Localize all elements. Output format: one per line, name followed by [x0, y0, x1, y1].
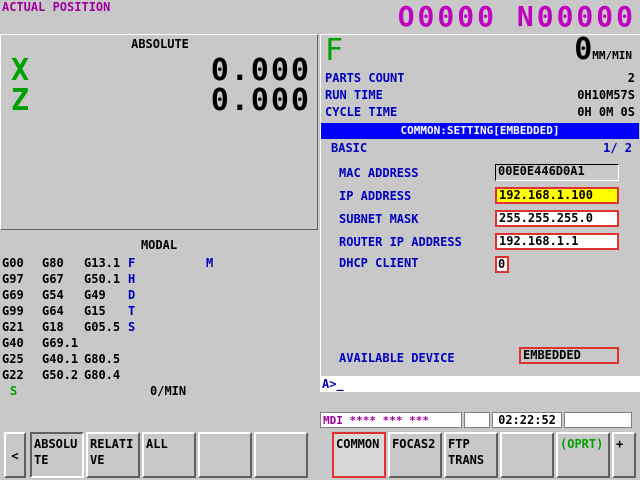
- modal-code: G00: [2, 256, 24, 270]
- run-time-row: RUN TIME 0H10M57S: [325, 88, 637, 104]
- softkey-left-arrow[interactable]: <: [4, 432, 26, 478]
- softkey-ftp-line1: FTP: [448, 437, 470, 451]
- softkey-relative-line2: VE: [90, 453, 105, 467]
- setting-panel: F 0MM/MIN PARTS COUNT 2 RUN TIME 0H10M57…: [320, 32, 640, 392]
- softkey-absolute-line2: TE: [34, 453, 49, 467]
- modal-code: G97: [2, 272, 24, 286]
- mac-address-label: MAC ADDRESS: [339, 166, 419, 180]
- clock: 02:22:52: [492, 412, 562, 428]
- spindle-value: 0/MIN: [150, 384, 187, 398]
- modal-code: S: [128, 320, 136, 334]
- screen-title: ACTUAL POSITION: [2, 0, 111, 14]
- softkey-relative[interactable]: RELATI VE: [86, 432, 140, 478]
- modal-panel: MODAL G00 G80 G13.1 F M G97 G67 G50.1 H G69 G54 G49…: [0, 234, 318, 400]
- parts-count-row: PARTS COUNT 2: [325, 71, 637, 87]
- router-ip-field[interactable]: 192.168.1.1: [495, 233, 619, 250]
- softkey-focas2-label: FOCAS2: [392, 437, 436, 451]
- modal-code: H: [128, 272, 136, 286]
- modal-code: M: [206, 256, 214, 270]
- cycle-time-value: 0H 0M 0S: [577, 105, 635, 119]
- modal-code: G80.5: [84, 352, 121, 366]
- modal-code: G80: [42, 256, 64, 270]
- modal-code: G69.1: [42, 336, 79, 350]
- softkey-common[interactable]: COMMON: [332, 432, 386, 478]
- modal-code: G05.5: [84, 320, 121, 334]
- softkey-all-label: ALL: [146, 437, 168, 451]
- status-blank-right: [564, 412, 632, 428]
- softkey-ftp-trans[interactable]: FTP TRANS: [444, 432, 498, 478]
- page-indicator: 1/ 2: [603, 141, 632, 155]
- modal-code: G54: [42, 288, 64, 302]
- absolute-position-panel: ABSOLUTE X 0.000 Z 0.000: [0, 34, 318, 230]
- modal-code: G40: [2, 336, 24, 350]
- parts-count-label: PARTS COUNT: [325, 71, 405, 85]
- modal-code: D: [128, 288, 136, 302]
- available-device-field[interactable]: EMBEDDED: [519, 347, 619, 364]
- modal-code: G80.4: [84, 368, 121, 382]
- modal-code: G50.2: [42, 368, 79, 382]
- run-time-label: RUN TIME: [325, 88, 383, 102]
- softkey-focas2[interactable]: FOCAS2: [388, 432, 442, 478]
- router-ip-label: ROUTER IP ADDRESS: [339, 235, 462, 249]
- basic-section-label: BASIC: [331, 141, 368, 155]
- modal-code: G13.1: [84, 256, 121, 270]
- ip-address-field[interactable]: 192.168.1.100: [495, 187, 619, 204]
- cycle-time-row: CYCLE TIME 0H 0M 0S: [325, 105, 637, 121]
- feed-value: 0: [574, 32, 593, 67]
- parts-count-value: 2: [627, 71, 635, 85]
- modal-code: G64: [42, 304, 64, 318]
- softkey-next[interactable]: +: [612, 432, 636, 478]
- subnet-mask-field[interactable]: 255.255.255.0: [495, 210, 619, 227]
- available-device-label: AVAILABLE DEVICE: [339, 351, 455, 365]
- feed-unit: MM/MIN: [592, 49, 632, 62]
- softkey-ftp-line2: TRANS: [448, 453, 485, 467]
- left-arrow-icon: <: [11, 449, 19, 463]
- axis-z-value: 0.000: [210, 83, 311, 118]
- dhcp-client-label: DHCP CLIENT: [339, 256, 419, 270]
- softkey-absolute-line1: ABSOLU: [34, 437, 78, 451]
- modal-code: G21: [2, 320, 24, 334]
- run-time-value: 0H10M57S: [577, 88, 635, 102]
- modal-code: G49: [84, 288, 106, 302]
- modal-code: G18: [42, 320, 64, 334]
- status-blank: [464, 412, 490, 428]
- modal-code: G69: [2, 288, 24, 302]
- common-setting-header: COMMON:SETTING[EMBEDDED]: [321, 123, 639, 139]
- dhcp-client-field[interactable]: 0: [495, 256, 509, 273]
- modal-header: MODAL: [140, 238, 178, 252]
- modal-code: T: [128, 304, 136, 318]
- mode-status: MDI **** *** ***: [320, 412, 462, 428]
- ip-address-label: IP ADDRESS: [339, 189, 412, 203]
- softkey-blank-1[interactable]: [198, 432, 252, 478]
- modal-code: G99: [2, 304, 24, 318]
- modal-code: G67: [42, 272, 64, 286]
- absolute-header: ABSOLUTE: [131, 37, 189, 51]
- cycle-time-label: CYCLE TIME: [325, 105, 398, 119]
- softkey-all[interactable]: ALL: [142, 432, 196, 478]
- softkey-relative-line1: RELATI: [90, 437, 134, 451]
- modal-code: G50.1: [84, 272, 121, 286]
- modal-code: G15: [84, 304, 106, 318]
- softkey-common-label: COMMON: [336, 437, 380, 451]
- softkey-absolute[interactable]: ABSOLU TE: [30, 432, 84, 478]
- modal-code: F: [128, 256, 136, 270]
- softkey-operation-label: (OPRT): [560, 437, 604, 451]
- program-number: O0000 N00000: [397, 0, 636, 33]
- modal-code: G40.1: [42, 352, 79, 366]
- softkey-blank-2[interactable]: [254, 432, 308, 478]
- softkey-blank-3[interactable]: [500, 432, 554, 478]
- subnet-mask-label: SUBNET MASK: [339, 212, 419, 226]
- plus-icon: +: [616, 437, 624, 451]
- softkey-operation[interactable]: (OPRT): [556, 432, 610, 478]
- modal-code: G22: [2, 368, 24, 382]
- modal-code: G25: [2, 352, 24, 366]
- axis-z-name: Z: [11, 83, 30, 118]
- key-input-line[interactable]: A>_: [320, 376, 640, 392]
- spindle-label: S: [10, 384, 18, 398]
- feed-letter: F: [325, 33, 344, 68]
- mac-address-field: 00E0E446D0A1: [495, 164, 619, 181]
